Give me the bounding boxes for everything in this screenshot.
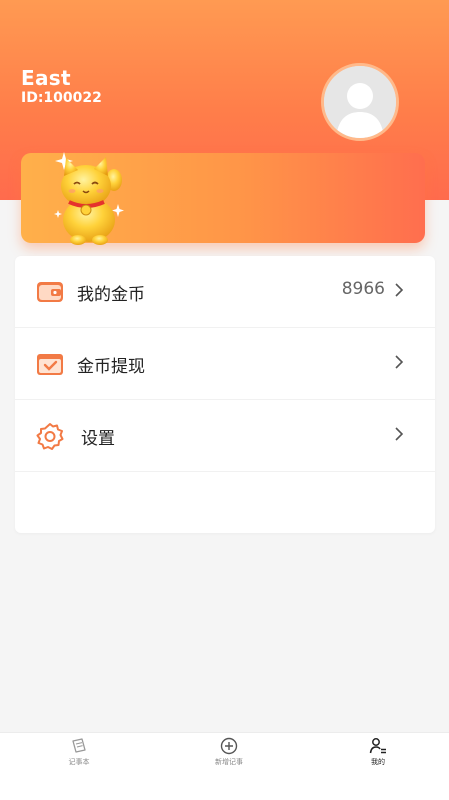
- tab-profile[interactable]: 我的: [333, 733, 423, 800]
- menu-item-my-coins[interactable]: 我的金币 8966: [15, 256, 435, 328]
- tab-notebook[interactable]: 记事本: [34, 733, 124, 800]
- plus-circle-icon: [220, 737, 238, 755]
- menu-card: 我的金币 8966 金币提现 设置: [15, 256, 435, 533]
- tab-label: 我的: [371, 758, 385, 766]
- bottom-tab-bar: 记事本 新增记事 我的: [0, 732, 449, 800]
- profile-icon: [369, 738, 386, 754]
- wallet-icon: [37, 282, 63, 302]
- chevron-right-icon: [395, 283, 404, 297]
- lucky-cat-icon: [54, 152, 124, 245]
- user-id: ID:100022: [21, 90, 102, 106]
- chevron-right-icon: [395, 355, 404, 369]
- menu-item-label: 我的金币: [77, 285, 145, 305]
- notebook-icon: [72, 738, 86, 753]
- coin-balance: 8966: [341, 279, 385, 299]
- menu-item-withdraw[interactable]: 金币提现: [15, 328, 435, 400]
- default-avatar-icon: [324, 66, 396, 138]
- tab-label: 新增记事: [215, 758, 243, 766]
- menu-item-label: 设置: [81, 429, 115, 449]
- gear-icon: [36, 423, 64, 450]
- tab-new-note[interactable]: 新增记事: [184, 733, 274, 800]
- chevron-right-icon: [395, 427, 404, 441]
- withdraw-icon: [37, 354, 63, 375]
- menu-item-label: 金币提现: [77, 357, 145, 377]
- profile-page: East ID:100022 我的金币 8966 金币提现 设置 记事本 新增记…: [0, 0, 449, 800]
- user-name: East: [21, 66, 71, 90]
- avatar[interactable]: [321, 63, 399, 141]
- tab-label: 记事本: [68, 758, 90, 766]
- menu-item-settings[interactable]: 设置: [15, 400, 435, 472]
